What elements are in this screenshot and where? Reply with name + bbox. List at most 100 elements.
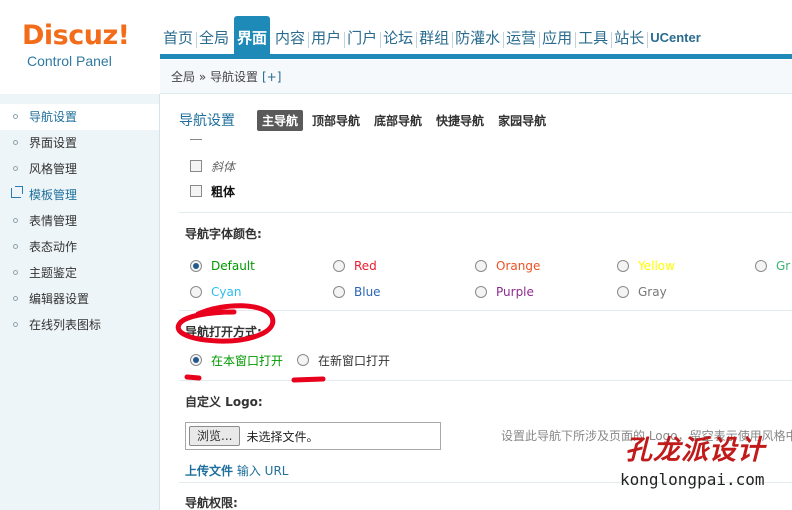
tab-footer-nav[interactable]: 底部导航 (369, 110, 427, 131)
sidebar-item-label: 主题鉴定 (29, 266, 78, 280)
color-option-yellow[interactable]: Yellow (617, 257, 675, 275)
sidebar: 导航设置 界面设置 风格管理 模板管理 表情管理 表态动作 主题鉴定 编辑器设置… (0, 94, 160, 510)
watermark-cn: 孔龙派设计 (625, 435, 765, 466)
open-new-window[interactable]: 在新窗口打开 (297, 351, 390, 369)
color-name: Default (211, 259, 255, 273)
option-label: 在新窗口打开 (318, 353, 391, 368)
color-option-blue[interactable]: Blue (333, 283, 381, 301)
radio-button[interactable] (475, 260, 487, 272)
color-option-red[interactable]: Red (333, 257, 377, 275)
bullet-icon (13, 270, 18, 275)
sidebar-item-label: 在线列表图标 (29, 318, 102, 332)
header: Discuz! Control Panel 首页 全局 界面 内容 用户 门户 … (0, 0, 792, 69)
nav-global[interactable]: 全局 (196, 16, 232, 54)
upload-file-link[interactable]: 上传文件 (185, 464, 233, 478)
file-status: 未选择文件。 (246, 429, 319, 444)
upload-mode-links: 上传文件 输入 URL (185, 462, 288, 479)
nav-apps[interactable]: 应用 (539, 16, 577, 54)
custom-logo-label: 自定义 Logo: (185, 395, 263, 409)
radio-button[interactable] (297, 354, 309, 366)
dash-separator (190, 139, 202, 140)
radio-button[interactable] (617, 286, 629, 298)
radio-button[interactable] (755, 260, 767, 272)
bullet-icon (13, 218, 18, 223)
bullet-icon (13, 114, 18, 119)
nav-admin[interactable]: 站长 (611, 16, 649, 54)
radio-button[interactable] (190, 286, 202, 298)
bullet-icon (13, 244, 18, 249)
radio-button[interactable] (190, 260, 202, 272)
sidebar-item-thread-stamps[interactable]: 主题鉴定 (0, 260, 159, 286)
italic-checkbox[interactable] (190, 160, 202, 172)
external-link-icon (11, 186, 23, 198)
sidebar-item-editor-settings[interactable]: 编辑器设置 (0, 286, 159, 312)
radio-button[interactable] (475, 286, 487, 298)
tab-top-nav[interactable]: 顶部导航 (307, 110, 365, 131)
divider (179, 212, 792, 213)
bullet-icon (13, 166, 18, 171)
sidebar-item-click-actions[interactable]: 表态动作 (0, 234, 159, 260)
bullet-icon (13, 296, 18, 301)
nav-forum[interactable]: 论坛 (380, 16, 418, 54)
italic-option[interactable]: 斜体 (190, 157, 235, 175)
color-option-orange[interactable]: Orange (475, 257, 540, 275)
nav-ucenter[interactable]: UCenter (647, 16, 704, 54)
radio-button[interactable] (617, 260, 629, 272)
color-option-default[interactable]: Default (190, 257, 255, 275)
color-option-cyan[interactable]: Cyan (190, 283, 241, 301)
bold-option[interactable]: 粗体 (190, 182, 235, 200)
logo-title: Discuz! (22, 20, 130, 51)
color-name: Yellow (638, 259, 675, 273)
sidebar-item-label: 界面设置 (29, 136, 78, 150)
add-shortcut-link[interactable]: [+] (262, 70, 281, 84)
sidebar-item-smiley-manage[interactable]: 表情管理 (0, 208, 159, 234)
option-label: 在本窗口打开 (211, 353, 284, 368)
title-row: 导航设置 主导航 顶部导航 底部导航 快捷导航 家园导航 (179, 107, 555, 133)
nav-interface[interactable]: 界面 (234, 16, 271, 54)
sidebar-item-style-manage[interactable]: 风格管理 (0, 156, 159, 182)
sidebar-item-label: 风格管理 (29, 162, 78, 176)
color-option-purple[interactable]: Purple (475, 283, 534, 301)
sidebar-item-interface-settings[interactable]: 界面设置 (0, 130, 159, 156)
divider (179, 310, 792, 311)
bold-label: 粗体 (211, 184, 236, 199)
nav-portal[interactable]: 门户 (344, 16, 382, 54)
italic-label: 斜体 (211, 159, 236, 174)
breadcrumb: 全局 » 导航设置 [+] (160, 60, 792, 94)
nav-content[interactable]: 内容 (272, 16, 310, 54)
tab-quick-nav[interactable]: 快捷导航 (431, 110, 489, 131)
sidebar-item-label: 编辑器设置 (29, 292, 90, 306)
radio-button[interactable] (333, 286, 345, 298)
sidebar-item-label: 表情管理 (29, 214, 78, 228)
sidebar-item-nav-settings[interactable]: 导航设置 (0, 104, 159, 130)
tab-home-nav[interactable]: 家园导航 (493, 110, 551, 131)
color-name: Gr (776, 259, 791, 273)
color-option-green[interactable]: Gr (755, 257, 790, 275)
tab-main-nav[interactable]: 主导航 (257, 109, 304, 131)
radio-button[interactable] (190, 354, 202, 366)
nav-users[interactable]: 用户 (308, 16, 346, 54)
breadcrumb-path: 全局 » 导航设置 (171, 70, 258, 84)
nav-underline (160, 54, 792, 59)
color-option-gray[interactable]: Gray (617, 283, 667, 301)
nav-home[interactable]: 首页 (160, 16, 198, 54)
permission-label: 导航权限: (185, 496, 238, 510)
top-nav: 首页 全局 界面 内容 用户 门户 论坛 群组 防灌水 运营 应用 工具 站长 … (160, 16, 704, 54)
sidebar-item-label: 模板管理 (29, 188, 78, 202)
nav-tools[interactable]: 工具 (575, 16, 613, 54)
open-same-window[interactable]: 在本窗口打开 (190, 351, 283, 369)
radio-button[interactable] (333, 260, 345, 272)
bold-checkbox[interactable] (190, 185, 202, 197)
color-name: Cyan (211, 285, 242, 299)
browse-button[interactable]: 浏览... (189, 426, 241, 446)
bullet-icon (13, 140, 18, 145)
nav-antispam[interactable]: 防灌水 (452, 16, 505, 54)
nav-operation[interactable]: 运营 (503, 16, 541, 54)
logo-file-input[interactable]: 浏览... 未选择文件。 (185, 422, 441, 450)
discuz-logo[interactable]: Discuz! Control Panel (22, 18, 132, 70)
sidebar-item-online-icons[interactable]: 在线列表图标 (0, 312, 159, 338)
nav-groups[interactable]: 群组 (416, 16, 454, 54)
input-url-link[interactable]: 输入 URL (237, 464, 289, 478)
sidebar-item-label: 导航设置 (29, 110, 78, 124)
sidebar-item-template-manage[interactable]: 模板管理 (0, 182, 159, 208)
